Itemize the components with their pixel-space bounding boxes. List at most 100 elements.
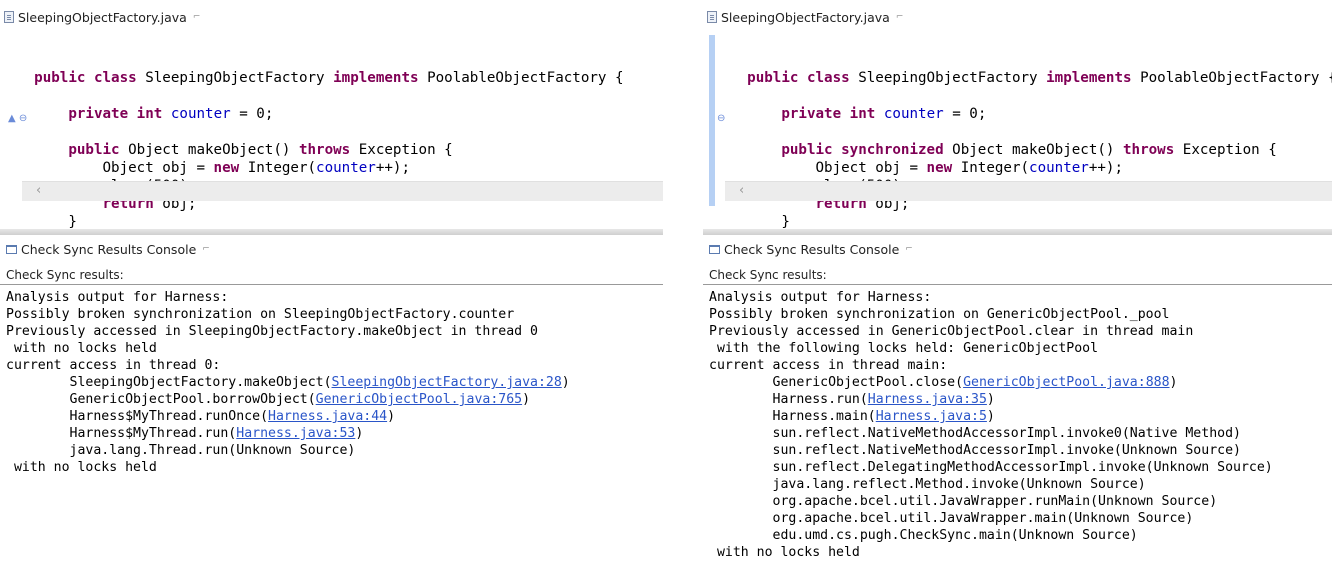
code-line: private int counter = 0;	[0, 105, 663, 123]
text-token: with the following locks held: GenericOb…	[709, 341, 1099, 356]
horizontal-scrollbar[interactable]: ‹	[22, 181, 663, 201]
field-token: counter	[170, 106, 231, 122]
console-output[interactable]: Analysis output for Harness: Possibly bro…	[709, 289, 1273, 561]
text-token: PoolableObjectFactory {	[418, 70, 624, 86]
text-token: Harness$MyThread.run(	[6, 426, 237, 441]
text-token: current access in thread main:	[709, 358, 948, 373]
stack-trace-link[interactable]: Harness.java:5	[876, 409, 987, 424]
editor-tab-label: SleepingObjectFactory.java	[18, 9, 187, 25]
field-token: counter	[1029, 160, 1089, 176]
text-token: Analysis output for Harness:	[709, 290, 932, 305]
code-line: Object obj = new Integer(counter++);	[0, 159, 663, 177]
console-tab[interactable]: Check Sync Results Console ⌐	[703, 238, 919, 260]
text-token: org.apache.bcel.util.JavaWrapper.main(Un…	[709, 511, 1194, 526]
close-tab-icon[interactable]: ⌐	[896, 12, 904, 22]
console-line: org.apache.bcel.util.JavaWrapper.runMain…	[709, 493, 1273, 510]
text-token: Integer(	[239, 160, 317, 176]
code-editor[interactable]: SleepingObjectFactory.java ⌐ public clas…	[703, 0, 1332, 230]
keyword-token: new	[926, 160, 953, 176]
keyword-token: public	[68, 142, 120, 158]
text-token: }	[713, 214, 790, 230]
results-label: Check Sync results:	[709, 268, 827, 282]
text-token: Previously accessed in SleepingObjectFac…	[6, 324, 538, 339]
text-token: Harness.main(	[709, 409, 876, 424]
text-token: Integer(	[952, 160, 1030, 176]
keyword-token: private int	[68, 106, 163, 122]
close-tab-icon[interactable]: ⌐	[193, 12, 201, 22]
console-tab[interactable]: Check Sync Results Console ⌐	[0, 238, 216, 260]
console-line: with no locks held	[709, 544, 1273, 561]
override-marker-icon: ▲ ⊖	[8, 113, 28, 124]
console-line: Harness$MyThread.runOnce(Harness.java:44…	[6, 408, 570, 425]
stack-trace-link[interactable]: GenericObjectPool.java:765	[316, 392, 522, 407]
code-editor[interactable]: SleepingObjectFactory.java ⌐ public clas…	[0, 0, 663, 230]
stack-trace-link[interactable]: Harness.java:44	[268, 409, 387, 424]
code-line: Object obj = new Integer(counter++);	[713, 159, 1332, 177]
text-token: Object obj =	[0, 160, 214, 176]
code-line: public Object makeObject() throws Except…	[0, 141, 663, 159]
console-line: org.apache.bcel.util.JavaWrapper.main(Un…	[709, 510, 1273, 527]
text-token: with no locks held	[709, 545, 860, 560]
text-token: }	[0, 214, 77, 230]
console-line: sun.reflect.NativeMethodAccessorImpl.inv…	[709, 425, 1273, 442]
code-line: public class SleepingObjectFactory imple…	[713, 69, 1332, 87]
text-token: Analysis output for Harness:	[6, 290, 229, 305]
keyword-token: private int	[781, 106, 876, 122]
text-token: edu.umd.cs.pugh.CheckSync.main(Unknown S…	[709, 528, 1138, 543]
stack-trace-link[interactable]: SleepingObjectFactory.java:28	[332, 375, 562, 390]
pane-divider[interactable]	[703, 229, 1332, 235]
console-line: java.lang.Thread.run(Unknown Source)	[6, 442, 570, 459]
text-token: Previously accessed in GenericObjectPool…	[709, 324, 1194, 339]
console-line: Harness$MyThread.run(Harness.java:53)	[6, 425, 570, 442]
console-line: current access in thread main:	[709, 357, 1273, 374]
code-area[interactable]: public class SleepingObjectFactory imple…	[0, 33, 663, 231]
code-line: public class SleepingObjectFactory imple…	[0, 69, 663, 87]
text-token: sun.reflect.NativeMethodAccessorImpl.inv…	[709, 426, 1241, 441]
scroll-left-arrow-icon[interactable]: ‹	[739, 183, 744, 198]
text-token: GenericObjectPool.close(	[709, 375, 964, 390]
text-token: java.lang.reflect.Method.invoke(Unknown …	[709, 477, 1146, 492]
text-token: org.apache.bcel.util.JavaWrapper.runMain…	[709, 494, 1218, 509]
text-token: Object makeObject()	[119, 142, 299, 158]
java-file-icon	[707, 11, 717, 23]
console-line: with the following locks held: GenericOb…	[709, 340, 1273, 357]
text-token: )	[355, 426, 364, 441]
editor-tab[interactable]: SleepingObjectFactory.java ⌐	[703, 6, 907, 28]
close-console-icon[interactable]: ⌐	[905, 244, 913, 254]
keyword-token: public class	[34, 70, 137, 86]
horizontal-scrollbar[interactable]: ‹	[725, 181, 1332, 201]
console-tab-label: Check Sync Results Console	[21, 241, 197, 257]
console-line: GenericObjectPool.borrowObject(GenericOb…	[6, 391, 570, 408]
text-token: java.lang.Thread.run(Unknown Source)	[6, 443, 356, 458]
stack-trace-link[interactable]: Harness.java:53	[236, 426, 355, 441]
text-token: Exception {	[1174, 142, 1277, 158]
console-line: with no locks held	[6, 459, 570, 476]
close-console-icon[interactable]: ⌐	[202, 244, 210, 254]
editor-tab[interactable]: SleepingObjectFactory.java ⌐	[0, 6, 204, 28]
console-line: current access in thread 0:	[6, 357, 570, 374]
console-line: edu.umd.cs.pugh.CheckSync.main(Unknown S…	[709, 527, 1273, 544]
console-line: Analysis output for Harness:	[709, 289, 1273, 306]
text-token: Harness.run(	[709, 392, 868, 407]
java-file-icon	[4, 11, 14, 23]
code-area[interactable]: public class SleepingObjectFactory imple…	[713, 33, 1332, 231]
console-output[interactable]: Analysis output for Harness: Possibly bro…	[6, 289, 570, 476]
pane-divider[interactable]	[0, 229, 663, 235]
stack-trace-link[interactable]: GenericObjectPool.java:888	[963, 375, 1169, 390]
editor-tab-label: SleepingObjectFactory.java	[721, 9, 890, 25]
text-token: = 0;	[943, 106, 987, 122]
scroll-left-arrow-icon[interactable]: ‹	[36, 183, 41, 198]
console-line: sun.reflect.DelegatingMethodAccessorImpl…	[709, 459, 1273, 476]
stack-trace-link[interactable]: Harness.java:35	[868, 392, 987, 407]
text-token: SleepingObjectFactory	[849, 70, 1047, 86]
keyword-token: public synchronized	[781, 142, 944, 158]
console-line: Harness.run(Harness.java:35)	[709, 391, 1273, 408]
